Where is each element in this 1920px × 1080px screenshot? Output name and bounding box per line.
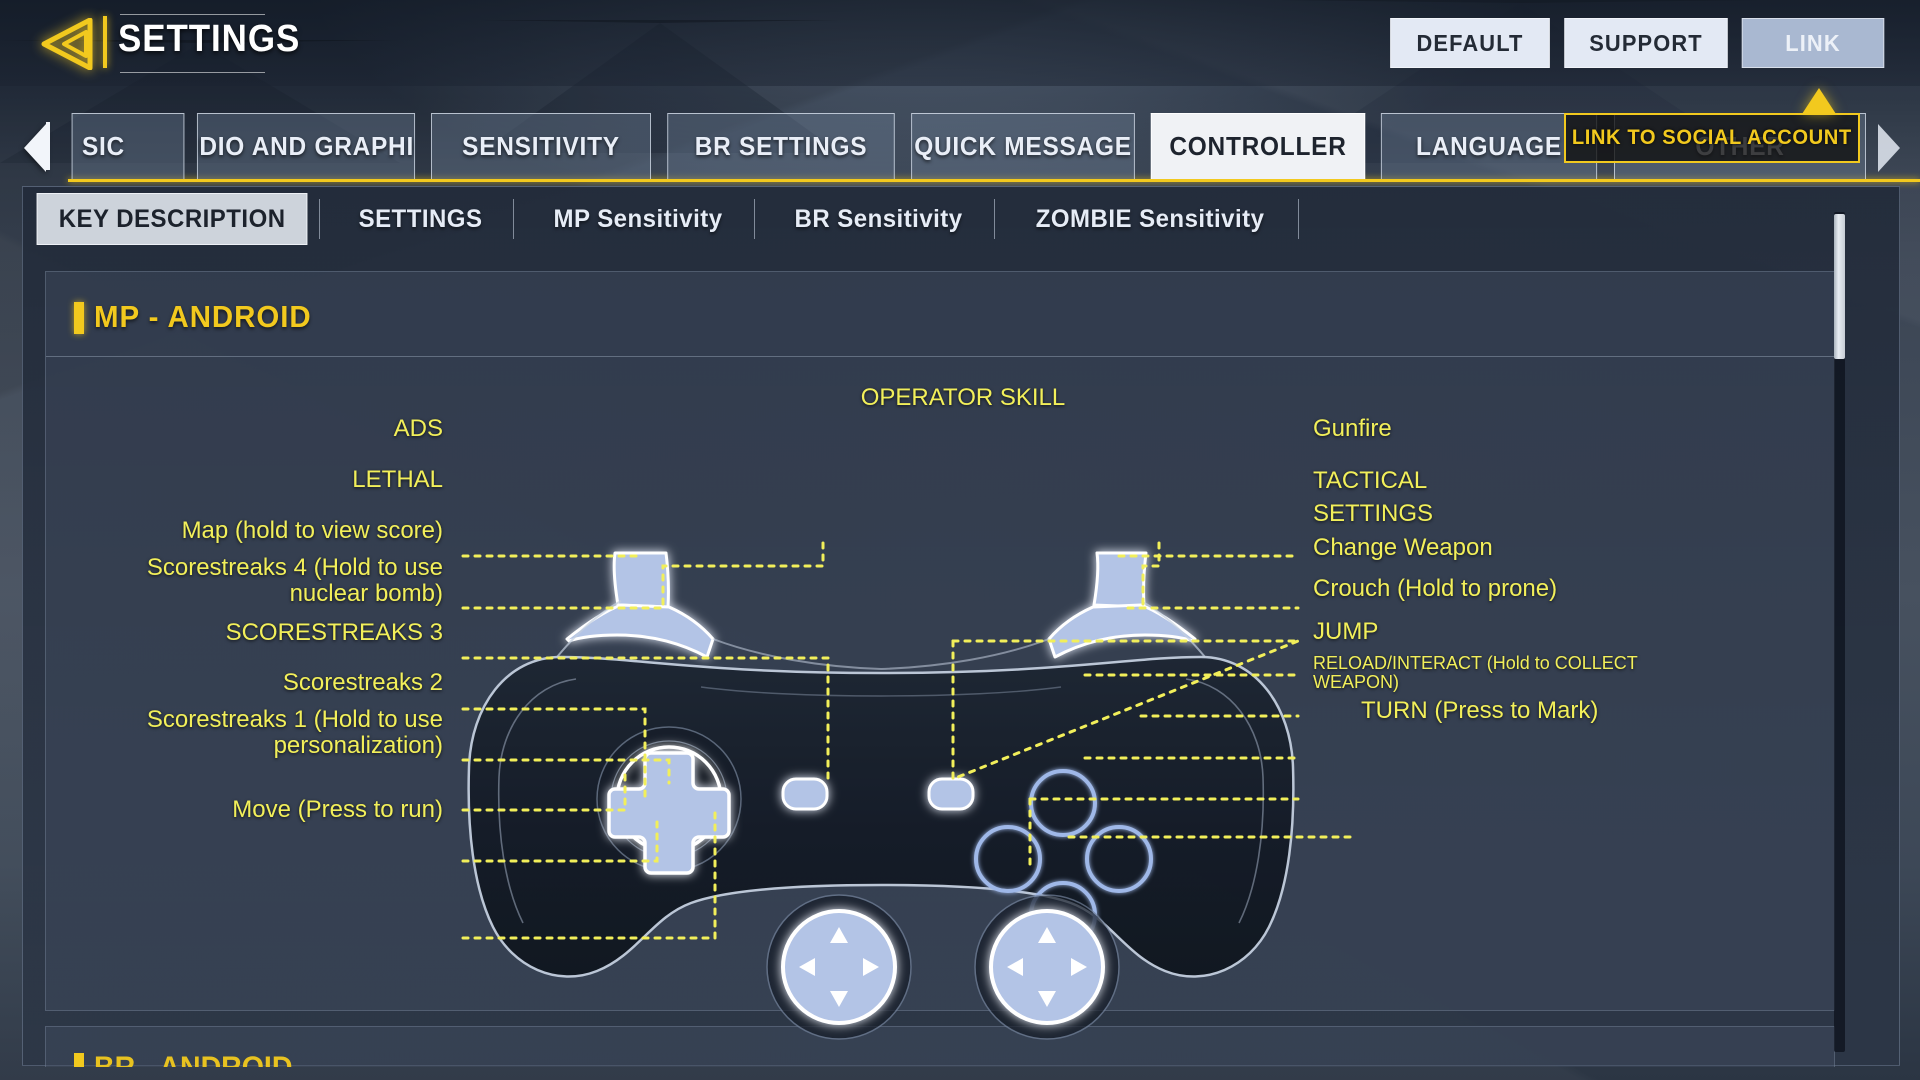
diagram-label-scorestreaks-4: Scorestreaks 4 (Hold to use nuclear bomb… (63, 555, 443, 607)
diagram-label-ads: ADS (63, 416, 443, 442)
subtab-br-sensitivity[interactable]: BR Sensitivity (774, 193, 984, 245)
chevron-left-icon[interactable] (24, 124, 46, 172)
diagram-label-map: Map (hold to view score) (63, 518, 443, 544)
diagram-label-scorestreaks-1: Scorestreaks 1 (Hold to use personalizat… (63, 707, 443, 759)
diagram-label-crouch: Crouch (Hold to prone) (1313, 576, 1733, 602)
subtab-mp-sensitivity[interactable]: MP Sensitivity (533, 193, 744, 245)
support-button[interactable]: SUPPORT (1564, 18, 1727, 68)
chevron-right-icon[interactable] (1878, 124, 1900, 172)
diagram-label-operator-skill: OPERATOR SKILL (823, 385, 1103, 411)
diagram-label-settings: SETTINGS (1313, 501, 1733, 527)
tab-sensitivity[interactable]: SENSITIVITY (431, 113, 651, 179)
tab-br-settings[interactable]: BR SETTINGS (667, 113, 894, 179)
subtab-separator (754, 199, 755, 239)
link-tooltip-label: LINK TO SOCIAL ACCOUNT (1572, 126, 1852, 150)
right-analog-stick (975, 895, 1119, 1039)
left-bumper-and-trigger (567, 553, 713, 657)
diagram-label-change-weapon: Change Weapon (1313, 535, 1733, 561)
left-analog-stick (767, 895, 911, 1039)
diagram-label-turn: TURN (Press to Mark) (1361, 698, 1781, 724)
app-header: SETTINGS DEFAULT SUPPORT LINK (0, 0, 1920, 86)
subtab-separator (1298, 199, 1299, 239)
title-divider (103, 16, 107, 68)
diagram-label-move: Move (Press to run) (63, 797, 443, 823)
tooltip-pointer-icon (1802, 88, 1836, 114)
tab-bar-underline (68, 179, 1920, 182)
dpad (597, 727, 741, 873)
default-button[interactable]: DEFAULT (1390, 18, 1550, 68)
diagram-label-jump: JUMP (1313, 619, 1733, 645)
tab-basic[interactable]: SIC (72, 113, 185, 179)
subtab-separator (994, 199, 995, 239)
title-rule-bottom (120, 72, 265, 73)
tab-audio-and-graphics[interactable]: AUDIO AND GRAPHICS (197, 113, 415, 179)
subtab-separator (513, 199, 514, 239)
controller-diagram: OPERATOR SKILL ADS LETHAL Map (hold to v… (23, 251, 1901, 1067)
subtab-key-description[interactable]: KEY DESCRIPTION (37, 193, 308, 245)
controller-body (469, 553, 1294, 1039)
link-tooltip: LINK TO SOCIAL ACCOUNT (1564, 113, 1860, 163)
back-arrow-icon[interactable] (40, 18, 96, 70)
subtab-settings[interactable]: SETTINGS (338, 193, 504, 245)
diagram-label-reload-interact: RELOAD/INTERACT (Hold to COLLECT WEAPON) (1313, 654, 1643, 693)
title-rule-top (120, 14, 265, 15)
tab-quick-message[interactable]: QUICK MESSAGE (911, 113, 1135, 179)
content-panel: KEY DESCRIPTION SETTINGS MP Sensitivity … (22, 186, 1900, 1066)
tab-controller[interactable]: CONTROLLER (1151, 113, 1365, 179)
page-title: SETTINGS (118, 18, 300, 61)
diagram-label-scorestreaks-3: SCORESTREAKS 3 (63, 620, 443, 646)
subtab-separator (319, 199, 320, 239)
link-button[interactable]: LINK (1742, 18, 1885, 68)
scroll-area[interactable]: MP - ANDROID BR - ANDROID (23, 251, 1901, 1067)
sub-tab-bar: KEY DESCRIPTION SETTINGS MP Sensitivity … (23, 187, 1899, 251)
diagram-label-lethal: LETHAL (63, 467, 443, 493)
subtab-zombie-sensitivity[interactable]: ZOMBIE Sensitivity (1015, 193, 1286, 245)
diagram-label-gunfire: Gunfire (1313, 416, 1733, 442)
diagram-label-scorestreaks-2: Scorestreaks 2 (63, 670, 443, 696)
tab-scroll-left-bar (46, 122, 50, 170)
vertical-scrollbar-thumb[interactable] (1834, 214, 1845, 359)
diagram-label-tactical: TACTICAL (1313, 468, 1733, 494)
